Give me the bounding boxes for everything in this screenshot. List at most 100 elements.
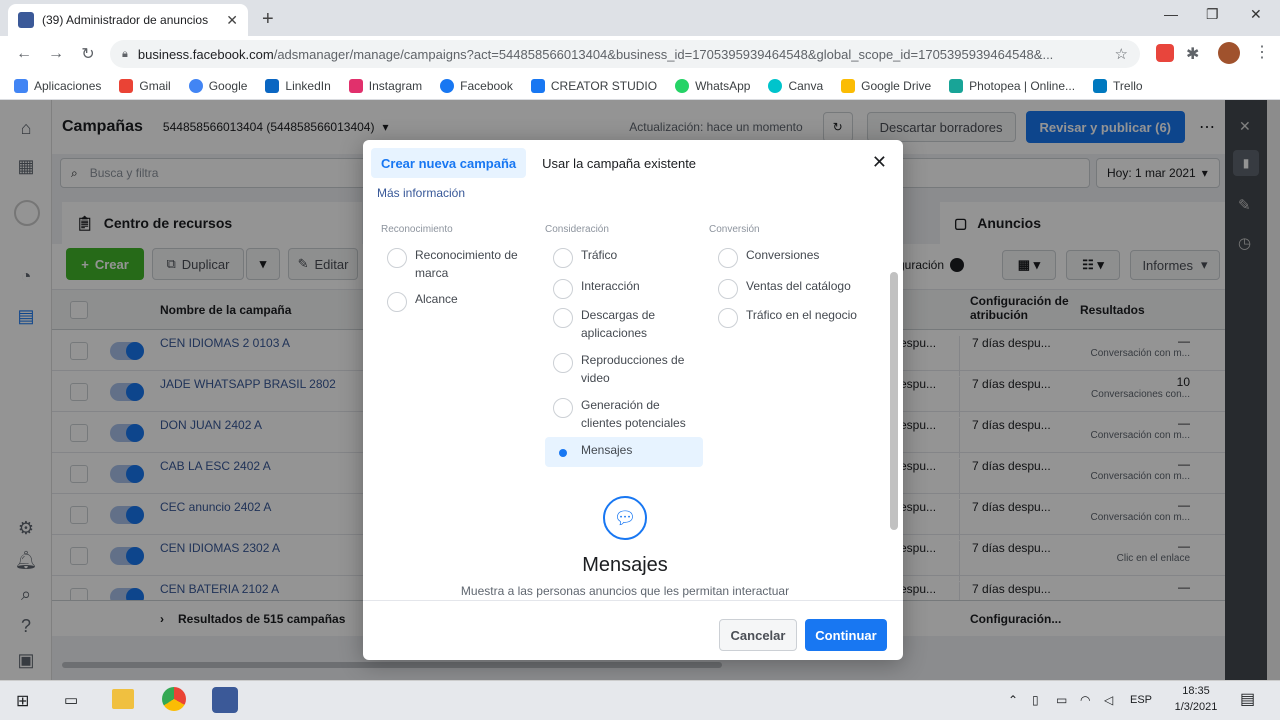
bookmark-photopea[interactable]: Photopea | Online... [949, 78, 1075, 93]
messages-icon: 💬︎ [603, 496, 647, 540]
browser-tab[interactable]: (39) Administrador de anuncios ✕ [8, 4, 248, 36]
canva-icon [768, 78, 783, 93]
windows-start-icon[interactable]: ⊞ [16, 691, 29, 711]
radio[interactable] [387, 248, 407, 268]
instagram-icon [348, 78, 363, 93]
radio[interactable] [718, 248, 738, 268]
clock-time[interactable]: 18:35 [1176, 685, 1216, 697]
network-icon[interactable]: ◠ [1080, 693, 1090, 707]
reload-icon[interactable]: ↻ [72, 44, 104, 64]
bookmark-whatsapp[interactable]: WhatsApp [675, 78, 750, 93]
bookmark-instagram[interactable]: Instagram [348, 78, 422, 93]
objective-messages[interactable]: Mensajes [545, 437, 703, 467]
lock-icon: 🔒︎ [122, 47, 128, 60]
battery-icon[interactable]: ▭ [1056, 693, 1067, 707]
google-icon [188, 78, 203, 93]
tray-icon[interactable]: ▯ [1032, 693, 1039, 707]
bookmark-gmail[interactable]: Gmail [119, 78, 171, 93]
profile-avatar[interactable] [1218, 42, 1240, 64]
objective-traffic[interactable]: Tráfico [553, 246, 693, 268]
radio[interactable] [553, 308, 573, 328]
tab-title: (39) Administrador de anuncios [42, 13, 209, 27]
browser-tab-bar: (39) Administrador de anuncios ✕ + — ❐ ✕ [0, 0, 1280, 36]
objective-video-views[interactable]: Reproducciones de video [553, 351, 693, 387]
selected-objective-description: Muestra a las personas anuncios que les … [460, 584, 790, 598]
selected-objective-title: Mensajes [582, 554, 668, 576]
facebook-icon [440, 78, 455, 93]
objective-brand-awareness[interactable]: Reconocimiento de marca [387, 246, 537, 282]
radio[interactable] [553, 248, 573, 268]
continue-button[interactable]: Continuar [805, 619, 887, 651]
creator-studio-icon [530, 78, 545, 93]
tab-existing-campaign[interactable]: Usar la campaña existente [532, 148, 706, 178]
objective-conversions[interactable]: Conversiones [718, 246, 858, 268]
dialog-footer: Cancelar Continuar [363, 600, 903, 660]
action-center-icon[interactable]: ▤ [1240, 689, 1255, 709]
maximize-icon[interactable]: ❐ [1206, 6, 1219, 23]
radio[interactable] [718, 279, 738, 299]
scroll-thumb[interactable] [890, 272, 898, 530]
chrome-icon[interactable] [162, 687, 186, 711]
radio-selected[interactable] [553, 443, 573, 463]
new-tab-icon[interactable]: + [262, 8, 274, 31]
radio[interactable] [553, 353, 573, 373]
trello-icon [1093, 78, 1108, 93]
apps-grid-icon [14, 78, 28, 93]
bookmarks-bar: Aplicaciones Gmail Google LinkedIn Insta… [0, 72, 1280, 100]
dialog-body: Más información Reconocimiento Considera… [363, 184, 887, 600]
file-explorer-icon[interactable] [112, 689, 134, 709]
tray-chevron-icon[interactable]: ⌃ [1008, 693, 1018, 707]
awareness-header: Reconocimiento [381, 224, 453, 235]
menu-dots-icon[interactable]: ⋮ [1254, 42, 1270, 62]
bookmark-google[interactable]: Google [188, 78, 247, 93]
star-icon[interactable]: ☆ [1115, 45, 1128, 63]
gmail-icon [119, 78, 134, 93]
objective-store-traffic[interactable]: Tráfico en el negocio [718, 306, 858, 328]
puzzle-extensions-icon[interactable]: ✱ [1186, 44, 1199, 64]
whatsapp-icon [675, 78, 690, 93]
close-tab-icon[interactable]: ✕ [226, 12, 238, 29]
bookmark-linkedin[interactable]: LinkedIn [265, 78, 331, 93]
create-campaign-dialog: Crear nueva campaña Usar la campaña exis… [363, 140, 903, 660]
bookmark-canva[interactable]: Canva [768, 78, 823, 93]
bookmark-creator-studio[interactable]: CREATOR STUDIO [530, 78, 657, 93]
objective-lead-generation[interactable]: Generación de clientes potenciales [553, 396, 693, 432]
bookmark-aplicaciones[interactable]: Aplicaciones [14, 78, 101, 93]
extension-icon[interactable] [1156, 44, 1174, 62]
url-bar[interactable]: 🔒︎ business.facebook.com/adsmanager/mana… [110, 40, 1140, 68]
dialog-tabs: Crear nueva campaña Usar la campaña exis… [371, 148, 706, 178]
objective-engagement[interactable]: Interacción [553, 277, 693, 299]
bookmark-facebook[interactable]: Facebook [440, 78, 513, 93]
volume-icon[interactable]: ◁ [1104, 693, 1113, 707]
app-icon[interactable] [212, 687, 238, 713]
google-drive-icon [841, 78, 856, 93]
window-close-icon[interactable]: ✕ [1250, 6, 1262, 23]
tab-new-campaign[interactable]: Crear nueva campaña [371, 148, 527, 178]
objective-catalog-sales[interactable]: Ventas del catálogo [718, 277, 858, 299]
radio[interactable] [553, 279, 573, 299]
back-icon[interactable]: ← [8, 45, 40, 63]
radio[interactable] [387, 292, 407, 312]
minimize-icon[interactable]: — [1164, 6, 1178, 22]
forward-icon[interactable]: → [40, 45, 72, 63]
windows-taskbar: ⊞ ▭ ⌃ ▯ ▭ ◠ ◁ ESP 18:35 1/3/2021 ▤ [0, 680, 1280, 720]
task-view-icon[interactable]: ▭ [64, 691, 78, 709]
photopea-icon [949, 78, 964, 93]
cancel-button[interactable]: Cancelar [719, 619, 797, 651]
consideration-header: Consideración [545, 224, 609, 235]
clock-date[interactable]: 1/3/2021 [1168, 701, 1224, 713]
bookmark-trello[interactable]: Trello [1093, 78, 1143, 93]
bookmark-google-drive[interactable]: Google Drive [841, 78, 931, 93]
conversion-header: Conversión [709, 224, 760, 235]
dialog-scrollbar[interactable] [889, 190, 899, 600]
radio[interactable] [718, 308, 738, 328]
radio[interactable] [553, 398, 573, 418]
language-indicator[interactable]: ESP [1130, 694, 1152, 706]
url-path: /adsmanager/manage/campaigns?act=5448585… [273, 46, 1054, 62]
url-host: business.facebook.com [137, 46, 274, 62]
more-info-link[interactable]: Más información [377, 186, 465, 200]
objective-reach[interactable]: Alcance [387, 290, 537, 312]
objective-app-installs[interactable]: Descargas de aplicaciones [553, 306, 693, 342]
close-icon[interactable]: ✕ [872, 152, 887, 173]
linkedin-icon [265, 78, 280, 93]
